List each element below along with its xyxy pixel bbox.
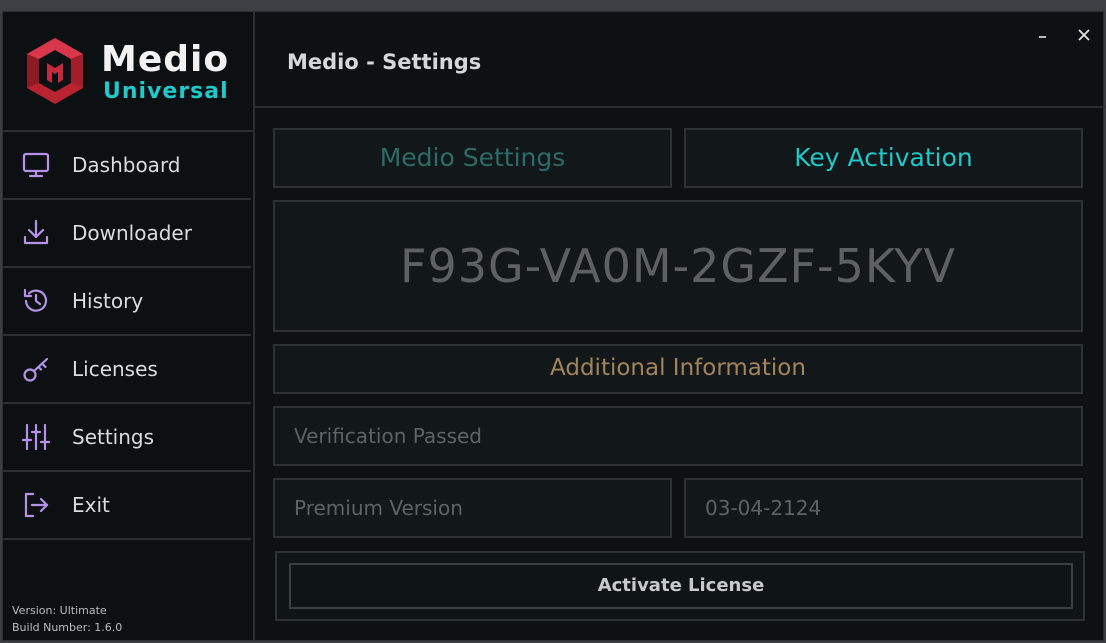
sidebar-item-downloader[interactable]: Downloader bbox=[3, 200, 251, 268]
app-window: Medio Universal Dashboard Downloader His… bbox=[2, 11, 1105, 641]
key-icon bbox=[23, 357, 49, 382]
license-key-display: F93G-VA0M-2GZF-5KYV bbox=[273, 200, 1083, 332]
build-number: Build Number: 1.6.0 bbox=[12, 621, 123, 634]
activate-panel: Activate License bbox=[275, 551, 1085, 621]
tab-key-activation[interactable]: Key Activation bbox=[684, 128, 1083, 188]
exit-icon bbox=[24, 492, 49, 518]
sidebar-item-label: Licenses bbox=[72, 357, 158, 381]
close-button[interactable] bbox=[1073, 24, 1095, 46]
sidebar-item-label: Downloader bbox=[72, 221, 192, 245]
expiry-date-field: 03-04-2124 bbox=[684, 478, 1083, 538]
logo-subtitle: Universal bbox=[103, 79, 229, 104]
os-title-strip bbox=[0, 0, 1106, 11]
sidebar-item-label: Dashboard bbox=[72, 153, 181, 177]
sidebar-item-label: Settings bbox=[72, 425, 155, 449]
version-line: Version: Ultimate bbox=[12, 604, 107, 617]
download-icon bbox=[23, 219, 49, 245]
verification-status-field: Verification Passed bbox=[273, 406, 1083, 466]
sidebar-item-settings[interactable]: Settings bbox=[3, 404, 251, 472]
sliders-icon bbox=[21, 423, 51, 451]
sidebar: Medio Universal Dashboard Downloader His… bbox=[3, 12, 255, 640]
sidebar-item-history[interactable]: History bbox=[3, 268, 251, 336]
close-icon bbox=[1078, 29, 1090, 41]
history-icon bbox=[23, 288, 48, 312]
medio-logo-icon bbox=[27, 38, 83, 104]
tab-medio-settings[interactable]: Medio Settings bbox=[273, 128, 672, 188]
sidebar-item-licenses[interactable]: Licenses bbox=[3, 336, 251, 404]
sidebar-item-dashboard[interactable]: Dashboard bbox=[3, 132, 251, 200]
main-header: Medio - Settings bbox=[255, 12, 1105, 108]
additional-info-heading: Additional Information bbox=[273, 344, 1083, 394]
logo-block: Medio Universal bbox=[3, 12, 253, 132]
logo-title: Medio bbox=[101, 39, 230, 80]
sidebar-item-exit[interactable]: Exit bbox=[3, 472, 251, 540]
minimize-icon bbox=[1039, 36, 1046, 38]
activate-license-button[interactable]: Activate License bbox=[289, 563, 1073, 609]
edition-field: Premium Version bbox=[273, 478, 672, 538]
version-info: Version: Ultimate Build Number: 1.6.0 bbox=[12, 602, 122, 636]
sidebar-item-label: History bbox=[72, 289, 144, 313]
page-title: Medio - Settings bbox=[287, 50, 482, 74]
sidebar-item-label: Exit bbox=[72, 493, 110, 517]
minimize-button[interactable] bbox=[1032, 24, 1054, 46]
monitor-icon bbox=[22, 152, 50, 178]
